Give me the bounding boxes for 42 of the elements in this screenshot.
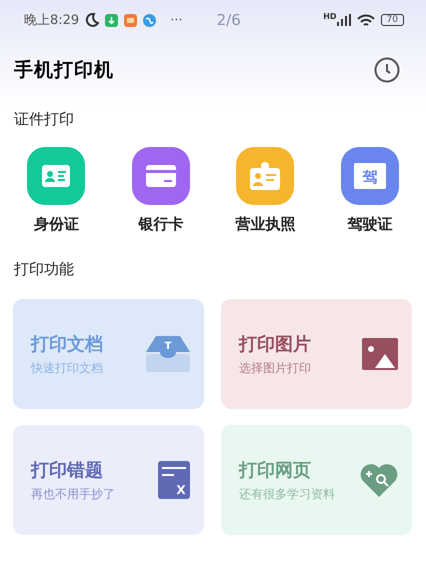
globe-icon	[143, 14, 156, 26]
print-card[interactable]: 打印错题 再也不用手抄了 X	[13, 425, 204, 535]
card-subtitle: 再也不用手抄了	[31, 486, 115, 502]
id-type-label: 身份证	[34, 215, 79, 234]
id-type-tile[interactable]	[27, 147, 86, 205]
card-subtitle: 快速打印文档	[31, 360, 103, 376]
moon-icon	[85, 13, 100, 27]
id-type-tile[interactable]: 驾	[340, 147, 399, 205]
id-type-label: 驾驶证	[347, 215, 392, 234]
card-title: 打印错题	[31, 458, 104, 482]
print-card[interactable]: 打印文档 快速打印文档 T	[13, 299, 204, 409]
download-icon	[105, 14, 118, 26]
card-title: 打印文档	[31, 332, 103, 356]
card-title: 打印网页	[239, 458, 312, 482]
id-card-icon	[42, 165, 70, 187]
badge-icon	[250, 162, 280, 190]
section-title: 打印功能	[14, 260, 75, 279]
id-type-tile[interactable]	[236, 147, 294, 205]
signal-icon	[336, 14, 351, 26]
more-notifications: ···	[170, 12, 183, 28]
status-time: 晚上8:29	[24, 12, 80, 29]
network-type: HD	[323, 12, 337, 21]
print-card[interactable]: 打印网页 还有很多学习资料	[221, 425, 412, 535]
bank-card-icon	[146, 165, 176, 187]
section-title: 证件打印	[14, 110, 75, 129]
card-title: 打印图片	[239, 332, 311, 356]
app-icon	[124, 14, 138, 26]
app-title: 手机打印机	[14, 58, 114, 83]
wifi-icon	[356, 14, 375, 26]
history-icon[interactable]	[374, 57, 400, 83]
page-indicator: 2/6	[216, 11, 241, 29]
image-icon	[362, 338, 398, 370]
id-type-label: 营业执照	[235, 215, 296, 234]
card-subtitle: 选择图片打印	[239, 360, 311, 376]
license-icon: 驾	[354, 163, 386, 189]
battery-level: 70	[380, 14, 404, 26]
document-icon: X	[158, 461, 190, 499]
id-type-tile[interactable]	[132, 147, 190, 205]
print-card[interactable]: 打印图片 选择图片打印	[221, 299, 412, 409]
heart-search-icon	[360, 463, 398, 497]
id-type-label: 银行卡	[138, 215, 184, 234]
card-subtitle: 还有很多学习资料	[239, 486, 335, 502]
